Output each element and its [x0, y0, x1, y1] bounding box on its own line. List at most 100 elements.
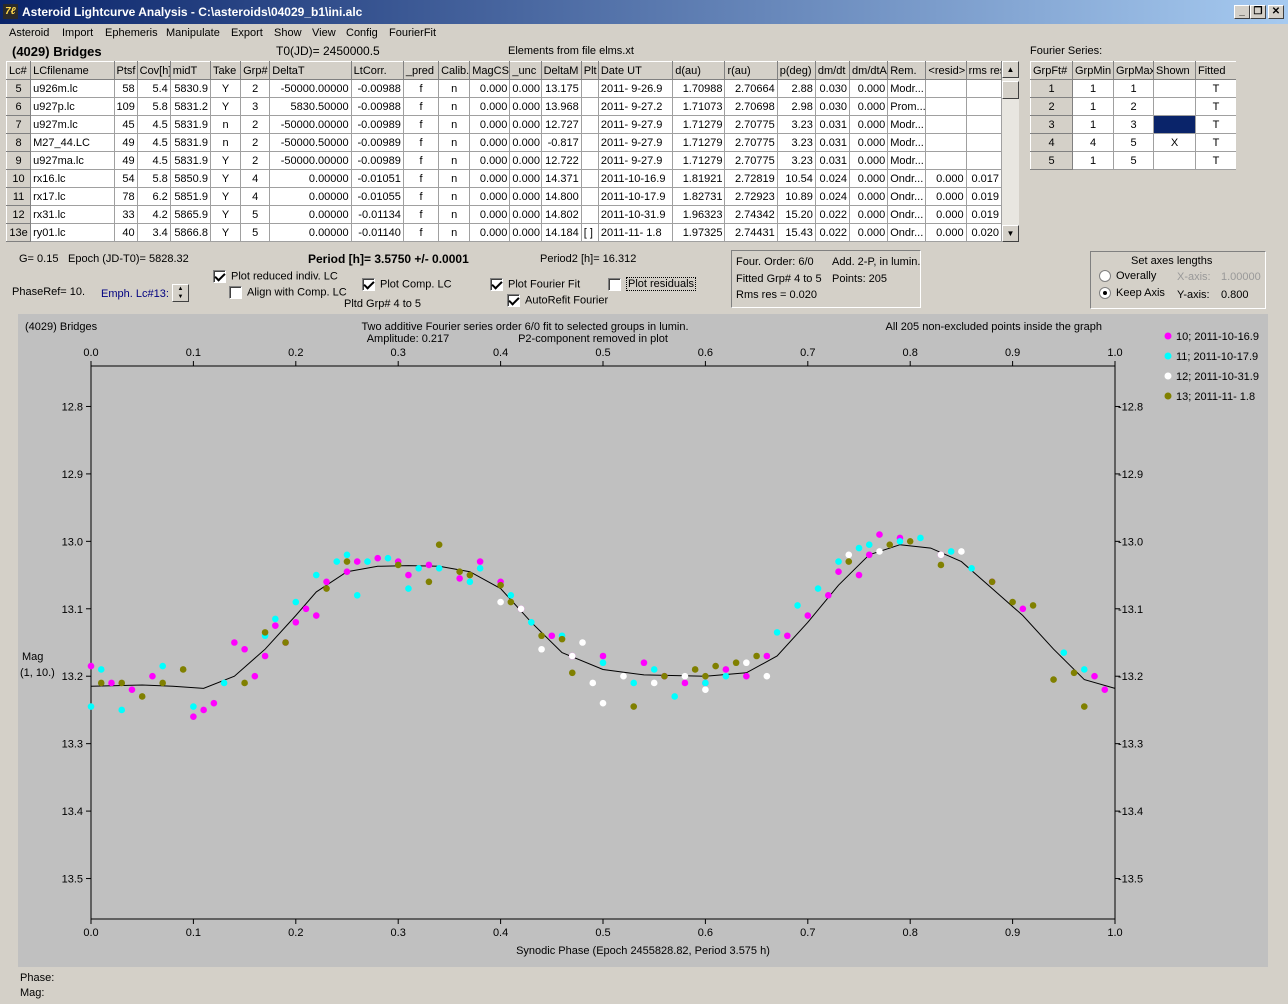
lc-cell[interactable]	[580, 151, 599, 170]
lc-col-header[interactable]: Rem.	[887, 61, 927, 80]
lc-row[interactable]: 11 rx17.lc 78 6.2 5851.9 Y 4 0.00000 -0.01055 f n 0…	[6, 187, 1002, 206]
lc-cell[interactable]: Y	[209, 151, 242, 170]
menu-view[interactable]: View	[312, 27, 336, 39]
lc-cell[interactable]: 2.70698	[724, 97, 778, 116]
lc-cell[interactable]: 0.00000	[269, 223, 352, 242]
lc-cell[interactable]: 0.00000	[269, 187, 352, 206]
lc-col-header[interactable]: <resid>	[925, 61, 967, 80]
fourier-col-header[interactable]: GrpFt#	[1030, 61, 1073, 80]
lc-cell[interactable]: 5831.9	[169, 133, 211, 152]
lc-cell[interactable]: Y	[209, 223, 242, 242]
lc-cell[interactable]: ry01.lc	[30, 223, 115, 242]
lc-cell[interactable]: u926m.lc	[30, 79, 115, 98]
lc-cell[interactable]: 3.4	[136, 223, 171, 242]
lc-cell[interactable]: 2011- 9-27.9	[597, 151, 674, 170]
lc-cell[interactable]: f	[402, 115, 440, 134]
lc-row-header[interactable]: 10	[6, 169, 32, 188]
fourier-cell[interactable]: 1	[1072, 97, 1114, 116]
lc-cell[interactable]: 3.23	[776, 151, 816, 170]
xaxis-value[interactable]: 1.00000	[1221, 271, 1261, 283]
lc-cell[interactable]: 0.024	[814, 187, 851, 206]
fourier-cell[interactable]: 1	[1072, 115, 1114, 134]
fourier-cell[interactable]	[1153, 79, 1196, 98]
lc-cell[interactable]: -0.00988	[350, 97, 404, 116]
fourier-row[interactable]: 445XT	[1030, 133, 1236, 152]
lc-cell[interactable]: 0.000	[509, 133, 542, 152]
lc-cell[interactable]: 4.2	[136, 205, 171, 224]
lc-table-scrollbar[interactable]: ▲ ▼	[1002, 61, 1019, 242]
lc-cell[interactable]: 5866.8	[169, 223, 211, 242]
lc-cell[interactable]: 0.00000	[269, 205, 352, 224]
lc-cell[interactable]: 4.5	[136, 115, 171, 134]
lc-cell[interactable]: -0.00989	[350, 151, 404, 170]
lc-cell[interactable]: 0.000	[849, 187, 889, 206]
lc-cell[interactable]: 1.97325	[672, 223, 726, 242]
lc-cell[interactable]: 13.968	[540, 97, 582, 116]
lc-cell[interactable]	[965, 79, 1002, 98]
lc-cell[interactable]: u927m.lc	[30, 115, 115, 134]
lc-cell[interactable]: f	[402, 97, 440, 116]
lc-cell[interactable]	[580, 97, 599, 116]
lc-row[interactable]: 5 u926m.lc 58 5.4 5830.9 Y 2 -50000.00000 -0.009…	[6, 79, 1002, 98]
lc-cell[interactable]: 0.030	[814, 79, 851, 98]
lc-cell[interactable]: 1.71279	[672, 115, 726, 134]
menu-ephemeris[interactable]: Ephemeris	[105, 27, 158, 39]
lc-cell[interactable]: Y	[209, 169, 242, 188]
lc-cell[interactable]	[965, 133, 1002, 152]
lc-cell[interactable]: n	[438, 223, 471, 242]
lc-cell[interactable]: 0.019	[965, 205, 1002, 224]
fourier-row-header[interactable]: 4	[1030, 133, 1073, 152]
lc-cell[interactable]	[925, 79, 967, 98]
fourier-cell[interactable]: 5	[1113, 151, 1154, 170]
lc-cell[interactable]	[580, 133, 599, 152]
fourier-row[interactable]: 212 T	[1030, 97, 1236, 116]
lc-cell[interactable]: 0.019	[965, 187, 1002, 206]
lc-cell[interactable]: 33	[113, 205, 138, 224]
lc-cell[interactable]: 4	[240, 169, 271, 188]
lc-cell[interactable]: 2	[240, 115, 271, 134]
lc-col-header[interactable]: d(au)	[672, 61, 726, 80]
lc-cell[interactable]: 0.000	[849, 115, 889, 134]
lc-cell[interactable]: 2011- 9-27.2	[597, 97, 674, 116]
lc-cell[interactable]: 1.71279	[672, 133, 726, 152]
align-comp-checkbox[interactable]: Align with Comp. LC	[229, 286, 347, 299]
fourier-cell[interactable]: 1	[1072, 151, 1114, 170]
lc-cell[interactable]: 2.72819	[724, 169, 778, 188]
lc-col-header[interactable]: Date UT	[597, 61, 674, 80]
fourier-cell[interactable]: X	[1153, 133, 1196, 152]
plot-comp-checkbox[interactable]: Plot Comp. LC	[362, 278, 452, 291]
lc-col-header[interactable]: MagCS	[469, 61, 511, 80]
lc-cell[interactable]: 0.000	[849, 133, 889, 152]
lc-cell[interactable]: 1.81921	[672, 169, 726, 188]
lc-cell[interactable]: n	[438, 169, 471, 188]
lc-cell[interactable]: n	[438, 133, 471, 152]
overally-radio[interactable]: Overally	[1099, 270, 1156, 283]
lc-cell[interactable]	[580, 79, 599, 98]
close-button[interactable]: ✕	[1268, 5, 1284, 19]
lc-cell[interactable]: 0.00000	[269, 169, 352, 188]
lc-col-header[interactable]: Cov[h]	[136, 61, 171, 80]
lc-cell[interactable]: Ondr...	[887, 223, 927, 242]
menu-export[interactable]: Export	[231, 27, 263, 39]
lc-cell[interactable]: 12.722	[540, 151, 582, 170]
lc-cell[interactable]: Modr...	[887, 151, 927, 170]
lc-cell[interactable]: 15.20	[776, 205, 816, 224]
lc-cell[interactable]: -0.01055	[350, 187, 404, 206]
lc-cell[interactable]: -0.00989	[350, 115, 404, 134]
lc-cell[interactable]: f	[402, 169, 440, 188]
lc-cell[interactable]: 0.000	[469, 133, 511, 152]
lc-cell[interactable]: 40	[113, 223, 138, 242]
lc-cell[interactable]	[925, 133, 967, 152]
lc-cell[interactable]: 13.175	[540, 79, 582, 98]
lc-cell[interactable]: 14.371	[540, 169, 582, 188]
lc-cell[interactable]	[965, 151, 1002, 170]
lc-col-header[interactable]: dm/dt	[814, 61, 851, 80]
lc-row[interactable]: 7 u927m.lc 45 4.5 5831.9 n 2 -50000.00000 -0.009…	[6, 115, 1002, 134]
lc-cell[interactable]: Modr...	[887, 115, 927, 134]
lc-col-header[interactable]: midT	[169, 61, 211, 80]
lc-row[interactable]: 13e ry01.lc 40 3.4 5866.8 Y 5 0.00000 -0.01140 f n…	[6, 223, 1002, 242]
lc-row[interactable]: 8 M27_44.LC 49 4.5 5831.9 n 2 -50000.50000 -0.00…	[6, 133, 1002, 152]
fourier-row-header[interactable]: 5	[1030, 151, 1073, 170]
lc-cell[interactable]: Y	[209, 79, 242, 98]
lc-cell[interactable]: 12.727	[540, 115, 582, 134]
